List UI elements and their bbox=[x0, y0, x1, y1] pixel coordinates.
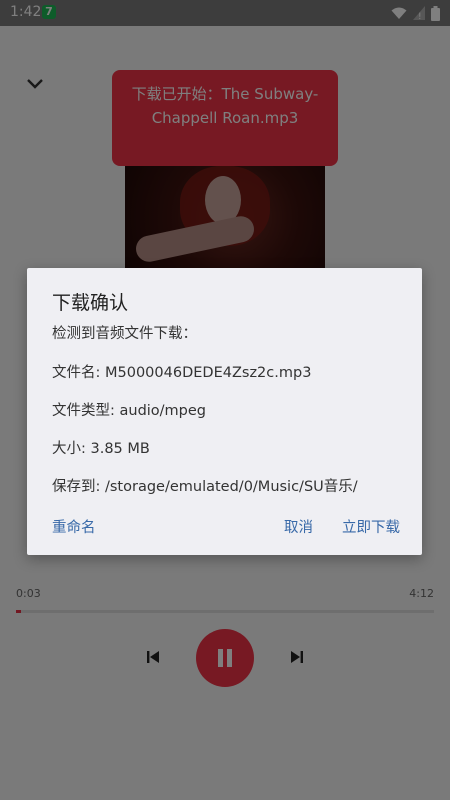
dialog-filetype: 文件类型: audio/mpeg bbox=[52, 403, 207, 419]
download-now-button[interactable]: 立即下载 bbox=[342, 516, 400, 537]
cancel-button[interactable]: 取消 bbox=[284, 516, 313, 537]
dialog-save-path: 保存到: /storage/emulated/0/Music/SU音乐/ bbox=[52, 479, 358, 495]
dialog-filename: 文件名: M5000046DEDE4Zsz2c.mp3 bbox=[52, 365, 312, 381]
download-confirm-dialog: 下载确认 检测到音频文件下载： 文件名: M5000046DEDE4Zsz2c.… bbox=[27, 268, 422, 555]
dialog-title: 下载确认 bbox=[52, 292, 129, 314]
dialog-intro: 检测到音频文件下载： bbox=[52, 326, 197, 342]
dialog-filesize: 大小: 3.85 MB bbox=[52, 441, 150, 457]
rename-button[interactable]: 重命名 bbox=[52, 516, 96, 537]
